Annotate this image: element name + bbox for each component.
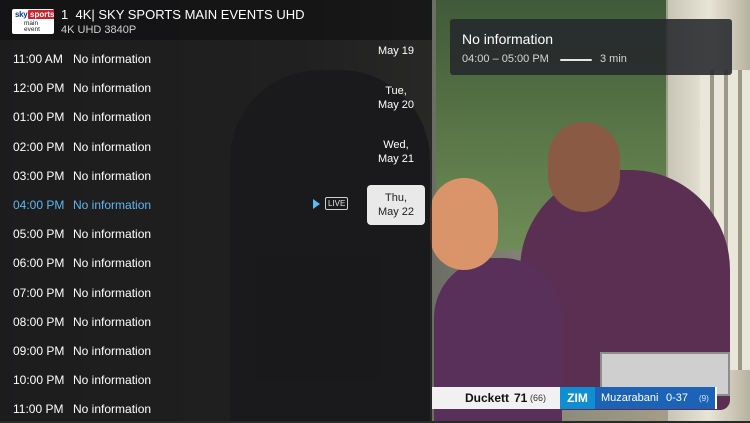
schedule-row[interactable]: 09:00 PM No information [0,336,360,365]
video-head-left [430,178,498,270]
info-time-range: 04:00 – 05:00 PM [462,53,549,65]
schedule-program: No information [73,373,152,388]
date-item[interactable]: Tue, May 20 [367,84,425,112]
schedule-time: 03:00 PM [13,168,65,183]
channel-name: 4K| SKY SPORTS MAIN EVENTS UHD [75,7,305,22]
date-item[interactable]: Wed, May 21 [367,138,425,166]
info-duration: 3 min [600,53,627,65]
schedule-time: 07:00 PM [13,285,65,300]
bowler-overs: (9) [699,394,709,403]
channel-title: 1 4K| SKY SPORTS MAIN EVENTS UHD [61,7,304,22]
video-head-right [548,122,620,212]
play-icon [313,199,320,209]
schedule-row[interactable]: 05:00 PM No information [0,219,360,248]
schedule-row[interactable]: 12:00 PM No information [0,73,360,102]
schedule-program: No information [73,110,152,125]
bowler-panel: Muzarabani 0-37 (9) [595,387,715,409]
logo-text-sky: sky [15,10,28,19]
date-label: May 20 [377,99,415,111]
date-day: Thu, [384,192,407,204]
logo-text-main-event: main event [24,20,40,33]
info-progress-bar [560,59,592,61]
schedule-row[interactable]: 06:00 PM No information [0,248,360,277]
date-list: May 19 Tue, May 20 Wed, May 21 Thu, May 22 [366,0,426,421]
schedule-program: No information [73,227,152,242]
schedule-time: 01:00 PM [13,110,65,125]
schedule-time: 04:00 PM [13,198,65,212]
schedule-time: 12:00 PM [13,81,65,96]
schedule-time: 05:00 PM [13,227,65,242]
bowler-name: Muzarabani [601,392,659,404]
schedule-program: No information [73,402,152,417]
batter-runs: 71 [514,391,528,405]
batter-panel: Duckett 71 (66) [432,387,560,409]
date-label: May 19 [377,45,415,57]
date-label: May 21 [377,153,415,165]
schedule-row[interactable]: 04:00 PM No information LIVE [0,190,360,219]
schedule-program: No information [73,81,152,96]
cricket-scorebug: Duckett 71 (66) ZIM Muzarabani 0-37 (9) [432,387,750,409]
schedule-row[interactable]: 11:00 AM No information [0,44,360,73]
logo-text-sports: sports [28,10,54,19]
schedule-program: No information [73,285,152,300]
schedule-time: 11:00 PM [13,402,64,417]
sky-sports-logo: sky sports main event [12,9,54,34]
info-title: No information [462,31,554,47]
live-badge: LIVE [325,197,349,210]
channel-quality: 4K UHD 3840P [61,24,137,36]
batter-name: Duckett [465,391,510,405]
schedule-time: 10:00 PM [13,373,65,388]
bowler-figures: 0-37 [666,392,689,404]
date-day: Wed, [383,139,409,151]
program-info-popup: No information 04:00 – 05:00 PM 3 min [450,19,732,75]
schedule-row[interactable]: 10:00 PM No information [0,365,360,394]
schedule-program: No information [73,198,152,212]
date-item[interactable]: May 19 [367,44,425,58]
schedule-row[interactable]: 07:00 PM No information [0,278,360,307]
schedule-time: 11:00 AM [13,52,63,66]
schedule-program: No information [73,168,152,183]
date-label: May 22 [377,206,415,218]
schedule-row[interactable]: 02:00 PM No information [0,132,360,161]
schedule-program: No information [73,256,152,271]
schedule-program: No information [73,52,152,66]
batter-balls: (66) [530,393,547,403]
schedule-time: 09:00 PM [13,344,65,358]
schedule-program: No information [73,139,152,154]
schedule-program: No information [73,344,152,358]
epg-panel: sky sports main event 1 4K| SKY SPORTS M… [0,0,432,421]
schedule-time: 06:00 PM [13,256,65,271]
channel-number: 1 [61,7,69,22]
schedule-row[interactable]: 11:00 PM No information [0,394,360,423]
date-day: Tue, [385,85,407,97]
bowling-team: ZIM [560,387,595,409]
date-item[interactable]: Thu, May 22 [367,185,425,225]
schedule-row[interactable]: 01:00 PM No information [0,102,360,131]
schedule-time: 02:00 PM [13,139,65,154]
schedule-row[interactable]: 08:00 PM No information [0,307,360,336]
schedule-row[interactable]: 03:00 PM No information [0,161,360,190]
schedule-time: 08:00 PM [13,314,65,329]
scorebug-divider [715,387,717,409]
schedule-program: No information [73,314,152,329]
